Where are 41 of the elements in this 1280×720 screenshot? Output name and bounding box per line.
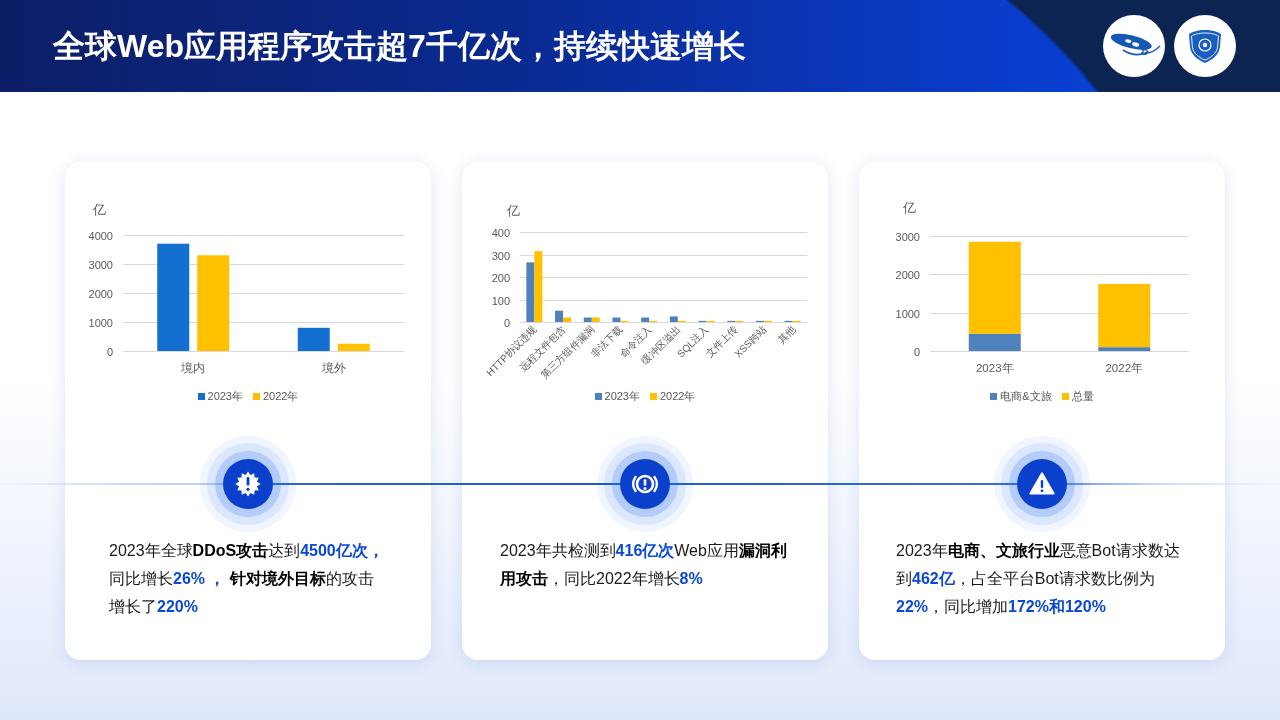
legend-label: 2022年 — [263, 388, 299, 404]
category-label: 境外 — [321, 362, 346, 374]
legend-label: 电商&文旅 — [1000, 388, 1052, 404]
legend-label: 2023年 — [604, 388, 640, 404]
alert-circle-icon — [597, 436, 693, 532]
axis-tick-label: 1000 — [88, 316, 113, 329]
axis-tick-label: 3000 — [895, 230, 920, 243]
axis-tick-label: 4000 — [88, 229, 113, 242]
axis-unit-label: 亿 — [902, 200, 916, 215]
axis-tick-label: 400 — [491, 226, 510, 239]
shield-logo-icon — [1174, 15, 1236, 77]
chart-bar — [337, 343, 370, 351]
axis-tick-label: 2000 — [88, 287, 113, 300]
warning-icon — [994, 436, 1090, 532]
chart-bar — [526, 262, 535, 322]
legend-label: 总量 — [1071, 388, 1094, 404]
axis-tick-label: 0 — [503, 316, 510, 329]
axis-tick-label: 3000 — [88, 258, 113, 271]
card-description: 2023年共检测到416亿次Web应用漏洞利用攻击，同比2022年增长8% — [499, 541, 788, 589]
axis-tick-label: 1000 — [895, 307, 920, 320]
axis-tick-label: 300 — [491, 249, 510, 262]
chart-bar — [534, 251, 543, 322]
category-label: 2023年 — [975, 362, 1014, 374]
axis-tick-label: 100 — [491, 294, 510, 307]
page-title: 全球Web应用程序攻击超7千亿次，持续快速增长 — [53, 26, 746, 66]
category-label: 境内 — [181, 362, 206, 374]
card-description: 2023年全球DDoS攻击达到4500亿次， 同比增长26% ， 针对境外目标的攻击增长了220% — [108, 541, 385, 617]
card-description: 2023年电商、文旅行业恶意Bot请求数达到462亿，占全平台Bot请求数比例为 22%，同比增加172%和120% — [895, 541, 1181, 617]
legend-label: 2022年 — [660, 388, 696, 404]
chart-bar — [297, 327, 330, 351]
axis-tick-label: 0 — [913, 345, 920, 358]
saucer-logo-icon — [1103, 15, 1165, 77]
category-label: 2022年 — [1105, 362, 1144, 374]
axis-tick-label: 2000 — [895, 268, 920, 281]
axis-unit-label: 亿 — [506, 203, 520, 218]
axis-tick-label: 200 — [491, 271, 510, 284]
legend-label: 2023年 — [207, 388, 243, 404]
alert-burst-icon — [200, 436, 296, 532]
category-label: 其他 — [775, 323, 798, 346]
axis-unit-label: 亿 — [92, 202, 106, 217]
axis-tick-label: 0 — [106, 345, 113, 358]
